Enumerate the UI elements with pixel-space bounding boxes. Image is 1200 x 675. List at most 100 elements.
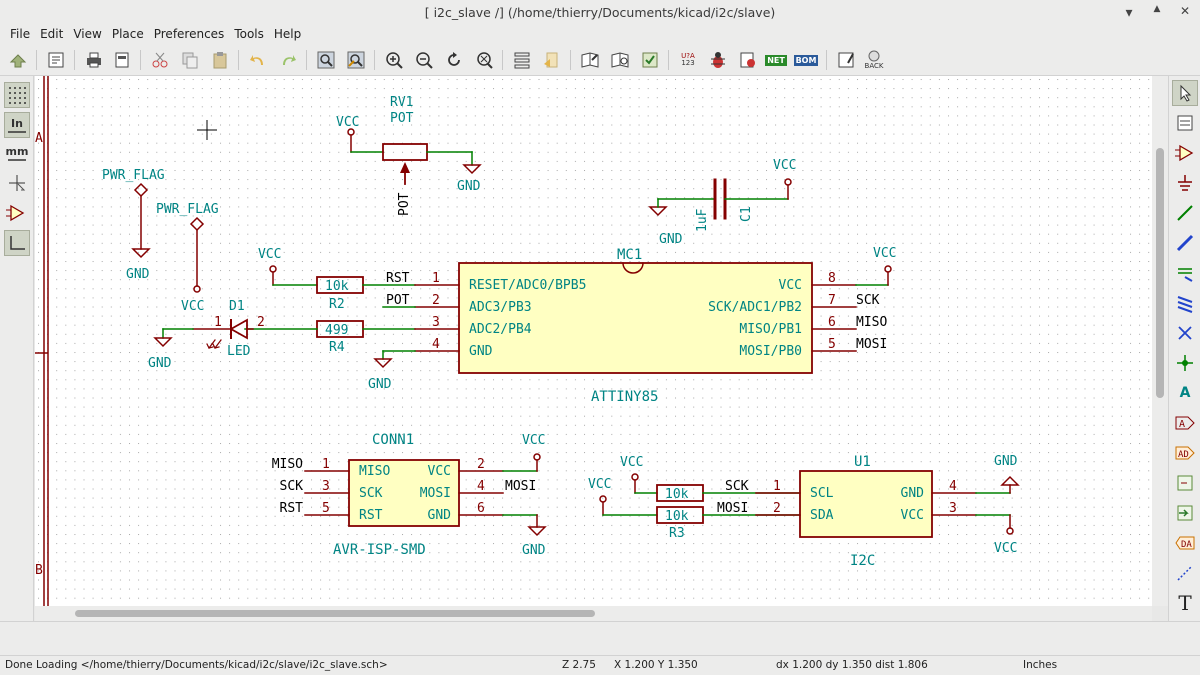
pin-name: VCC [779,278,802,293]
schematic-canvas[interactable]: A B VCC GND RV1 POT POT GND VCC 1uF C1 P… [35,76,1152,606]
back-annotate-icon[interactable]: BACK [862,48,886,72]
pin-number: 8 [828,271,836,286]
status-cursor-xy: X 1.200 Y 1.350 [614,659,698,671]
title-bar: [ i2c_slave /] (/home/thierry/Documents/… [0,0,1200,24]
d1-pin2: 2 [257,315,265,330]
pin-number: 6 [477,501,485,516]
menu-file[interactable]: File [5,27,35,41]
pin-number: 2 [477,457,485,472]
redo-icon[interactable] [276,48,300,72]
hierarchical-sheet-icon[interactable] [1172,470,1198,496]
wire-angle-icon[interactable] [4,230,30,256]
net-label-icon[interactable]: A [1172,380,1198,406]
find-replace-icon[interactable] [344,48,368,72]
global-label-icon[interactable]: A [1172,410,1198,436]
hierarchical-label-icon[interactable]: AD [1172,440,1198,466]
menu-place[interactable]: Place [107,27,149,41]
wire-to-bus-entry-icon[interactable] [1172,260,1198,286]
zoom-fit-icon[interactable] [472,48,496,72]
pin-number: 1 [773,479,781,494]
cvpcb-icon[interactable] [834,48,858,72]
save-icon[interactable] [6,48,30,72]
sheet-pin-icon[interactable]: DA [1172,530,1198,556]
menu-edit[interactable]: Edit [35,27,68,41]
rv1-value: POT [390,111,414,126]
svg-text:AD: AD [1178,450,1189,460]
horizontal-scroll-thumb[interactable] [75,610,595,617]
pin-number: 5 [828,337,836,352]
library-editor-icon[interactable] [578,48,602,72]
u1-ref: U1 [854,454,871,470]
plot-icon[interactable] [110,48,134,72]
status-units: Inches [1023,659,1058,671]
place-power-icon[interactable] [1172,170,1198,196]
menu-tools[interactable]: Tools [229,27,269,41]
units-mm-button[interactable]: mm [4,140,30,166]
hidden-pins-icon[interactable] [4,200,30,226]
gnd-label: GND [522,543,546,558]
place-text-icon[interactable]: T [1172,590,1198,616]
vcc-label: VCC [588,477,611,492]
print-icon[interactable] [82,48,106,72]
copy-icon[interactable] [178,48,202,72]
graphic-line-icon[interactable] [1172,560,1198,586]
page-settings-icon[interactable] [44,48,68,72]
find-icon[interactable] [314,48,338,72]
menu-view[interactable]: View [68,27,106,41]
vcc-label: VCC [522,433,545,448]
erc-icon[interactable] [706,48,730,72]
status-zoom: Z 2.75 [562,659,596,671]
horizontal-scrollbar[interactable] [35,606,1152,621]
vertical-scroll-thumb[interactable] [1156,148,1164,398]
cursor-shape-icon[interactable] [4,170,30,196]
vcc-label: VCC [258,247,281,262]
pin-number: 2 [432,293,440,308]
menu-help[interactable]: Help [269,27,306,41]
zoom-redraw-icon[interactable] [442,48,466,72]
highlight-net-icon[interactable] [1172,110,1198,136]
d1-pin1: 1 [214,315,222,330]
pin-number: 1 [432,271,440,286]
leave-sheet-icon[interactable] [540,48,564,72]
no-connect-icon[interactable] [1172,320,1198,346]
undo-icon[interactable] [246,48,270,72]
maximize-icon[interactable]: ▲ [1150,4,1164,18]
annotate-schematic-icon[interactable]: U?A 123 [676,48,700,72]
place-component-icon[interactable] [1172,140,1198,166]
minimize-icon[interactable]: ▲ [1122,4,1136,18]
pin-name: MOSI [420,486,451,501]
grid-toggle-icon[interactable] [4,82,30,108]
units-inch-button[interactable]: In [4,112,30,138]
pwr-flag-label: PWR_FLAG [102,168,165,183]
pin-number: 3 [322,479,330,494]
import-sheet-pin-icon[interactable] [1172,500,1198,526]
status-message: Done Loading </home/thierry/Documents/ki… [5,659,388,671]
bus-to-bus-entry-icon[interactable] [1172,290,1198,316]
right-toolbar: A A AD DA T [1168,76,1200,621]
close-icon[interactable]: ✕ [1178,4,1192,18]
cut-icon[interactable] [148,48,172,72]
sheet-row-a: A [35,131,43,146]
vcc-label: VCC [873,246,896,261]
select-arrow-icon[interactable] [1172,80,1198,106]
pin-number: 3 [949,501,957,516]
paste-icon[interactable] [208,48,232,72]
d1-value: LED [227,344,251,359]
junction-icon[interactable] [1172,350,1198,376]
pwr-flag-label: PWR_FLAG [156,202,219,217]
zoom-in-icon[interactable] [382,48,406,72]
vertical-scrollbar[interactable] [1152,76,1168,606]
mc1-value: ATTINY85 [591,389,658,405]
annotate-icon[interactable] [638,48,662,72]
menu-preferences[interactable]: Preferences [149,27,230,41]
zoom-out-icon[interactable] [412,48,436,72]
hierarchy-navigator-icon[interactable] [510,48,534,72]
gnd-label: GND [368,377,392,392]
net-label-miso: MISO [272,457,303,472]
place-bus-icon[interactable] [1172,230,1198,256]
library-browser-icon[interactable] [608,48,632,72]
bom-icon[interactable]: BOM [793,48,819,72]
place-wire-icon[interactable] [1172,200,1198,226]
netlist-icon[interactable]: NET [764,48,788,72]
netlist-gen-icon[interactable] [736,48,760,72]
